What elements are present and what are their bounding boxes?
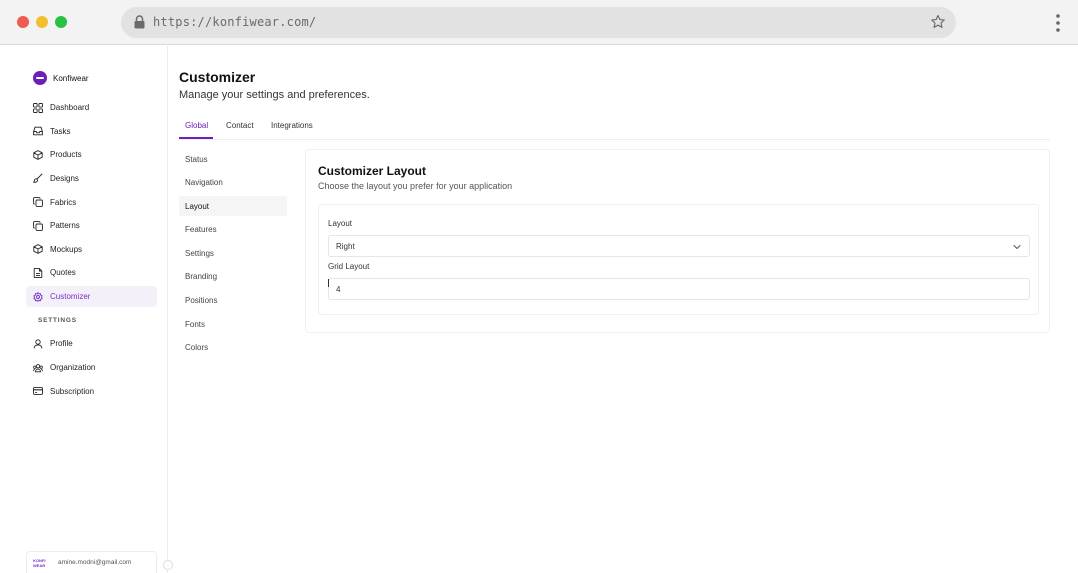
tab-contact[interactable]: Contact: [226, 121, 254, 130]
subnav-item-status[interactable]: Status: [179, 149, 287, 169]
box-icon: [33, 149, 43, 160]
gear-icon: [33, 291, 43, 302]
subnav-item-features[interactable]: Features: [179, 220, 287, 240]
address-bar[interactable]: https://konfiwear.com/: [121, 7, 956, 38]
bookmark-star-icon[interactable]: [930, 14, 946, 30]
grid-layout-input[interactable]: [328, 278, 1030, 300]
sidebar-item-label: Fabrics: [50, 197, 77, 207]
page-title: Customizer: [179, 69, 256, 85]
subnav-item-positions[interactable]: Positions: [179, 291, 287, 311]
sidebar-item-patterns[interactable]: Patterns: [26, 215, 157, 236]
subnav-item-settings[interactable]: Settings: [179, 243, 287, 263]
url-text: https://konfiwear.com/: [153, 15, 317, 29]
text-caret: [328, 279, 329, 287]
sidebar: Konfiwear Dashboard Tasks Products Desig…: [0, 46, 173, 573]
tab-global[interactable]: Global: [185, 121, 208, 130]
layout-select[interactable]: Right: [328, 235, 1030, 257]
sidebar-item-fabrics[interactable]: Fabrics: [26, 192, 157, 213]
inbox-icon: [33, 126, 43, 136]
card-icon: [33, 387, 43, 396]
users-icon: [33, 363, 43, 372]
settings-section-label: SETTINGS: [38, 316, 77, 324]
file-icon: [33, 268, 43, 278]
sidebar-item-label: Mockups: [50, 244, 83, 254]
brand-logo: [33, 71, 47, 85]
lock-icon: [134, 15, 145, 29]
subnav-item-fonts[interactable]: Fonts: [179, 314, 287, 334]
maximize-window-button[interactable]: [55, 16, 67, 28]
sidebar-item-customizer[interactable]: Customizer: [26, 286, 157, 308]
sidebar-item-quotes[interactable]: Quotes: [26, 262, 157, 283]
copy-icon: [33, 197, 43, 207]
sidebar-nav: Dashboard Tasks Products Designs Fabrics…: [26, 97, 157, 404]
card-title: Customizer Layout: [318, 164, 427, 178]
minimize-window-button[interactable]: [36, 16, 48, 28]
page-subtitle: Manage your settings and preferences.: [179, 89, 370, 101]
layout-select-value: Right: [336, 242, 355, 251]
sidebar-item-label: Dashboard: [50, 103, 90, 112]
sidebar-item-label: Organization: [50, 363, 96, 373]
layout-label: Layout: [328, 219, 353, 228]
settings-subnav: Status Navigation Layout Features Settin…: [179, 149, 287, 361]
sidebar-item-tasks[interactable]: Tasks: [26, 121, 157, 142]
chevron-down-icon: [1013, 245, 1021, 249]
sidebar-item-organization[interactable]: Organization: [26, 357, 157, 378]
sidebar-item-products[interactable]: Products: [26, 144, 157, 165]
collapse-sidebar-icon[interactable]: [163, 560, 173, 570]
brush-icon: [33, 173, 43, 184]
avatar: KONFI WEAR: [33, 557, 46, 568]
sidebar-item-label: Subscription: [50, 386, 95, 396]
sidebar-item-dashboard[interactable]: Dashboard: [26, 97, 157, 118]
grid-icon: [33, 102, 43, 113]
sidebar-item-label: Profile: [50, 339, 73, 349]
layout-form: Layout Right Grid Layout: [318, 204, 1039, 315]
close-window-button[interactable]: [17, 16, 29, 28]
active-tab-indicator: [179, 137, 213, 139]
sidebar-item-label: Patterns: [50, 221, 80, 231]
grid-layout-label: Grid Layout: [328, 262, 370, 271]
user-email: amine.modni@gmail.com: [58, 559, 132, 566]
sidebar-item-label: Customizer: [50, 292, 91, 302]
customizer-layout-card: Customizer Layout Choose the layout you …: [305, 149, 1050, 333]
browser-menu-icon[interactable]: [1054, 13, 1062, 33]
copy-icon: [33, 220, 43, 231]
brand[interactable]: Konfiwear: [33, 71, 89, 85]
user-icon: [33, 339, 43, 349]
sidebar-item-profile[interactable]: Profile: [26, 333, 157, 354]
box-icon: [33, 244, 43, 255]
card-description: Choose the layout you prefer for your ap…: [318, 181, 513, 191]
tab-integrations[interactable]: Integrations: [271, 121, 313, 130]
sidebar-item-mockups[interactable]: Mockups: [26, 239, 157, 260]
sidebar-item-designs[interactable]: Designs: [26, 168, 157, 189]
subnav-item-layout[interactable]: Layout: [179, 196, 287, 217]
sidebar-item-label: Products: [50, 150, 82, 160]
browser-chrome: https://konfiwear.com/: [0, 0, 1078, 45]
sidebar-item-label: Tasks: [50, 126, 71, 136]
brand-name: Konfiwear: [53, 73, 89, 83]
subnav-item-navigation[interactable]: Navigation: [179, 173, 287, 193]
subnav-item-colors[interactable]: Colors: [179, 338, 287, 358]
tabs: Global Contact Integrations: [179, 115, 1050, 140]
sidebar-item-label: Quotes: [50, 268, 76, 278]
sidebar-item-label: Designs: [50, 173, 79, 183]
app-page: Konfiwear Dashboard Tasks Products Desig…: [0, 46, 1078, 573]
sidebar-item-subscription[interactable]: Subscription: [26, 381, 157, 402]
user-menu[interactable]: KONFI WEAR amine.modni@gmail.com: [26, 551, 157, 573]
subnav-item-branding[interactable]: Branding: [179, 267, 287, 287]
